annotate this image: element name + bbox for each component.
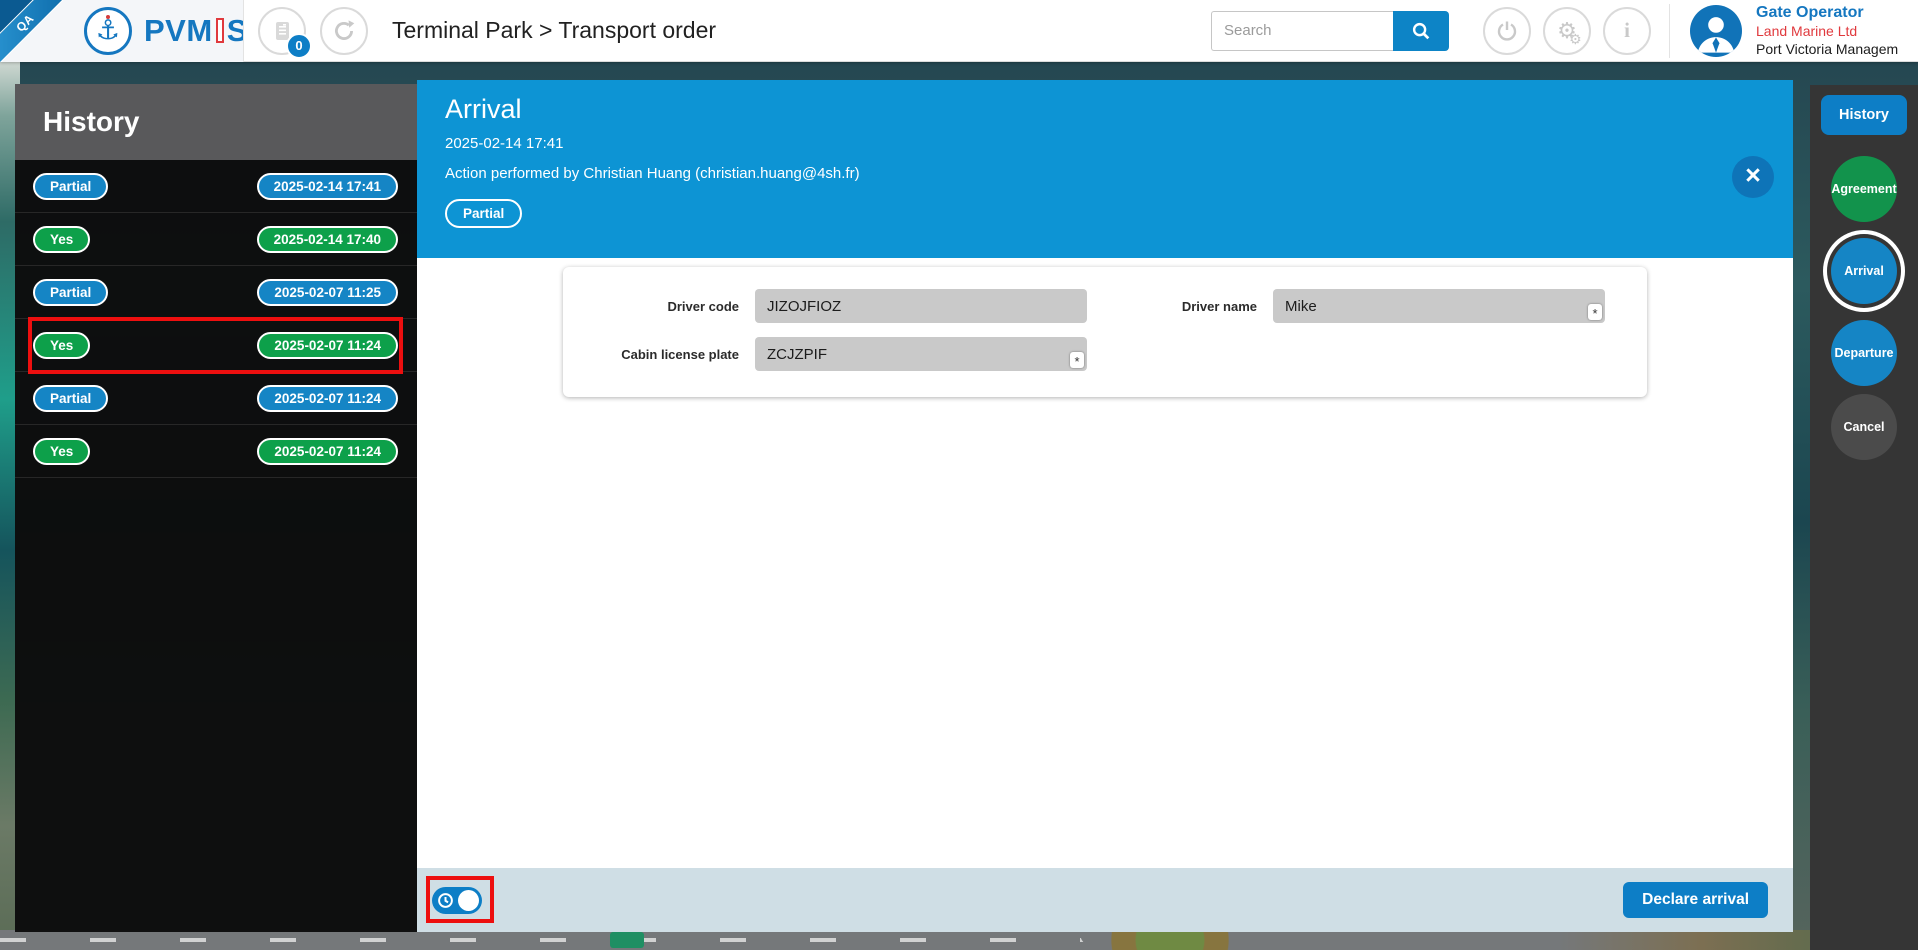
detail-status-badge: Partial xyxy=(445,199,522,228)
brand-letter-i xyxy=(216,18,224,43)
close-button[interactable]: × xyxy=(1732,156,1774,198)
timestamp-pill: 2025-02-07 11:25 xyxy=(257,279,398,306)
detail-title: Arrival xyxy=(445,94,1793,125)
search-input[interactable] xyxy=(1211,11,1393,51)
timestamp-pill: 2025-02-07 11:24 xyxy=(257,332,398,359)
status-pill: Partial xyxy=(33,173,108,200)
user-organization: Port Victoria Managem xyxy=(1756,41,1914,59)
history-row[interactable]: Yes 2025-02-14 17:40 xyxy=(15,213,417,266)
search-button[interactable] xyxy=(1393,11,1449,51)
driver-name-field: Driver name Mike * xyxy=(1089,289,1607,323)
arrival-time-toggle[interactable] xyxy=(432,887,482,914)
detail-panel: Arrival 2025-02-14 17:41 Action performe… xyxy=(417,80,1793,932)
avatar xyxy=(1690,5,1742,57)
close-icon: × xyxy=(1745,162,1761,189)
search-icon xyxy=(1410,20,1432,42)
detail-header: Arrival 2025-02-14 17:41 Action performe… xyxy=(417,80,1793,258)
power-icon xyxy=(1495,19,1519,43)
settings-button[interactable]: ⚙⚙ xyxy=(1543,7,1591,55)
gear-icon: ⚙⚙ xyxy=(1557,20,1577,42)
detail-footer: Declare arrival xyxy=(417,868,1793,932)
action-sidebar: History Agreement Arrival Departure Cancel xyxy=(1810,85,1918,950)
history-row[interactable]: Partial 2025-02-07 11:24 xyxy=(15,372,417,425)
workflow-steps: Agreement Arrival Departure Cancel xyxy=(1831,148,1897,468)
user-menu[interactable]: Gate Operator Land Marine Ltd Port Victo… xyxy=(1690,3,1914,58)
background-photo-roads xyxy=(0,930,1918,950)
info-icon: i xyxy=(1624,18,1630,43)
anchor-logo-icon: ⚓ xyxy=(84,7,132,55)
step-arrival-button[interactable]: Arrival xyxy=(1831,238,1897,304)
timestamp-pill: 2025-02-07 11:24 xyxy=(257,385,398,412)
driver-name-label: Driver name xyxy=(1089,299,1257,314)
cabin-license-plate-input[interactable]: ZCJZPIF * xyxy=(755,337,1087,371)
status-pill: Yes xyxy=(33,226,90,253)
brand-wordmark: PVMS xyxy=(144,13,243,49)
logout-button[interactable] xyxy=(1483,7,1531,55)
history-row-highlighted[interactable]: Yes 2025-02-07 11:24 xyxy=(15,319,417,372)
timestamp-pill: 2025-02-14 17:40 xyxy=(257,226,398,253)
detail-action-line: Action performed by Christian Huang (chr… xyxy=(445,165,1793,182)
search-bar xyxy=(1211,11,1449,51)
status-pill: Yes xyxy=(33,332,90,359)
pending-count-badge: 0 xyxy=(286,33,312,59)
history-panel-title: History xyxy=(15,84,417,160)
arrival-form-card: Driver code JIZOJFIOZ Driver name Mike *… xyxy=(563,267,1647,397)
history-list: Partial 2025-02-14 17:41 Yes 2025-02-14 17:… xyxy=(15,160,417,478)
driver-code-label: Driver code xyxy=(571,299,739,314)
toggle-knob xyxy=(458,890,479,911)
status-pill: Yes xyxy=(33,438,90,465)
header-divider xyxy=(1669,4,1670,58)
person-icon xyxy=(1690,5,1742,57)
required-marker: * xyxy=(1588,304,1602,320)
detail-body: Driver code JIZOJFIOZ Driver name Mike *… xyxy=(417,258,1793,868)
step-departure-button[interactable]: Departure xyxy=(1831,320,1897,386)
info-button[interactable]: i xyxy=(1603,7,1651,55)
header-divider xyxy=(243,0,244,62)
app-header: QA ⚓ PVMS 0 Terminal P xyxy=(0,0,1918,62)
history-toggle-button[interactable]: History xyxy=(1821,95,1907,135)
declare-arrival-button[interactable]: Declare arrival xyxy=(1623,882,1768,918)
detail-timestamp: 2025-02-14 17:41 xyxy=(445,135,1793,152)
cabin-license-plate-label: Cabin license plate xyxy=(571,347,739,362)
app-root: QA ⚓ PVMS 0 Terminal P xyxy=(0,0,1918,950)
step-agreement-button[interactable]: Agreement xyxy=(1831,156,1897,222)
breadcrumb: Terminal Park > Transport order xyxy=(392,17,716,44)
refresh-button[interactable] xyxy=(320,7,368,55)
cabin-license-plate-field: Cabin license plate ZCJZPIF * xyxy=(571,337,1089,371)
clock-icon xyxy=(437,892,454,909)
driver-code-field: Driver code JIZOJFIOZ xyxy=(571,289,1089,323)
driver-name-input[interactable]: Mike * xyxy=(1273,289,1605,323)
status-pill: Partial xyxy=(33,385,108,412)
history-row[interactable]: Partial 2025-02-07 11:25 xyxy=(15,266,417,319)
timestamp-pill: 2025-02-07 11:24 xyxy=(257,438,398,465)
status-pill: Partial xyxy=(33,279,108,306)
pending-documents-button[interactable]: 0 xyxy=(258,7,306,55)
timestamp-pill: 2025-02-14 17:41 xyxy=(257,173,398,200)
step-cancel-button[interactable]: Cancel xyxy=(1831,394,1897,460)
history-row[interactable]: Partial 2025-02-14 17:41 xyxy=(15,160,417,213)
user-company: Land Marine Ltd xyxy=(1756,23,1914,41)
user-role: Gate Operator xyxy=(1756,3,1914,23)
history-panel: History Partial 2025-02-14 17:41 Yes 2025-0… xyxy=(15,84,417,932)
history-row[interactable]: Yes 2025-02-07 11:24 xyxy=(15,425,417,478)
driver-code-input[interactable]: JIZOJFIOZ xyxy=(755,289,1087,323)
refresh-icon xyxy=(331,18,357,44)
app-logo[interactable]: QA ⚓ PVMS xyxy=(0,0,243,62)
required-marker: * xyxy=(1070,352,1084,368)
